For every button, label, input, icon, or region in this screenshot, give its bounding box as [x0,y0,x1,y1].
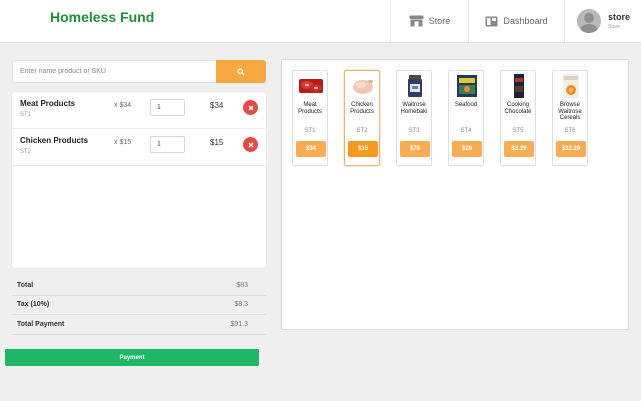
chocolate-image [514,74,524,98]
product-sku: ST6 [564,128,576,134]
product-price: $32.29 [556,141,586,157]
product-price: $3.29 [504,141,534,157]
total-label: Total [17,281,34,289]
product-card[interactable]: Seafood ST4 $28 [448,70,484,166]
total-payment-row: Total Payment $91.3 [12,315,266,335]
cart-row: Chicken Products ST2 x $15 $15 [12,129,266,166]
total-payment-value: $91.3 [230,320,248,328]
cart-item-unit-price: x $15 [114,139,132,146]
tax-value: $8.3 [234,301,248,309]
meat-image [299,79,323,93]
product-name: Browse Waitrose Cereals [558,102,582,121]
tax-label: Tax (10%) [17,301,50,309]
brand-title[interactable]: Homeless Fund [50,9,154,25]
chicken-image [353,80,373,94]
totals-summary: Total $83 Tax (10%) $8.3 Total Payment $… [12,276,266,335]
product-name: Chicken Products [350,102,374,115]
cart-item-name: Chicken Products [20,136,89,145]
cart-item-sku: ST1 [20,112,32,118]
product-sku: ST3 [408,128,420,134]
product-sku: ST2 [356,128,368,134]
cart-item-name: Meat Products [20,99,76,108]
total-value: $83 [236,281,248,289]
tax-row: Tax (10%) $8.3 [12,296,266,315]
avatar [577,9,601,33]
product-card[interactable]: Meat Products ST1 $34 [292,70,328,166]
cart-item-unit-price: x $34 [114,102,132,109]
product-sku: ST5 [512,128,524,134]
remove-item-button[interactable] [243,100,258,115]
user-name: store [608,12,631,22]
cart-item-sku: ST2 [20,149,32,155]
product-name: Waitrose Homebaki [400,102,428,115]
product-card[interactable]: Chicken Products ST2 $15 [344,70,380,166]
close-icon [248,142,253,147]
baking-jar-image [408,75,422,97]
product-sku: ST1 [304,128,316,134]
remove-item-button[interactable] [243,137,258,152]
cart-item-total: $15 [210,138,224,147]
product-card[interactable]: Waitrose Homebaki ST3 $78 [396,70,432,166]
cart-item-total: $34 [210,101,224,110]
quantity-field[interactable] [150,136,185,153]
user-role: Store [608,24,620,30]
total-row: Total $83 [12,276,266,296]
top-header: Homeless Fund Store Dashboard store Stor… [0,0,641,43]
quantity-field[interactable] [150,99,185,116]
store-icon [409,15,424,27]
product-grid: Meat Products ST1 $34 Chicken Products S… [281,59,629,330]
cart-row: Meat Products ST1 x $34 $34 [12,92,266,129]
product-price: $15 [348,141,378,157]
product-card[interactable]: Cooking Chocolate ST5 $3.29 [500,70,536,166]
product-name: Meat Products [298,102,322,115]
product-card[interactable]: Browse Waitrose Cereals ST6 $32.29 [552,70,588,166]
seafood-box-image [457,75,477,97]
product-price: $78 [400,141,430,157]
product-name: Seafood [454,102,478,108]
payment-button[interactable]: Payment [5,349,259,366]
cart-panel: Meat Products ST1 x $34 $34 Chicken Prod… [12,92,266,268]
product-price: $34 [296,141,326,157]
cereal-box-image [563,74,579,98]
search-icon [237,67,245,76]
dashboard-icon [485,16,498,26]
nav-store-label: Store [428,16,451,26]
nav-dashboard[interactable]: Dashboard [468,0,564,42]
nav-dashboard-label: Dashboard [503,16,548,26]
product-name: Cooking Chocolate [504,102,532,115]
product-price: $28 [452,141,482,157]
search-button[interactable] [216,60,266,83]
product-sku: ST4 [460,128,472,134]
search-input[interactable] [12,60,216,83]
nav-store[interactable]: Store [390,0,468,42]
user-menu[interactable]: store Store [564,0,641,42]
total-payment-label: Total Payment [17,320,65,328]
close-icon [248,105,253,110]
